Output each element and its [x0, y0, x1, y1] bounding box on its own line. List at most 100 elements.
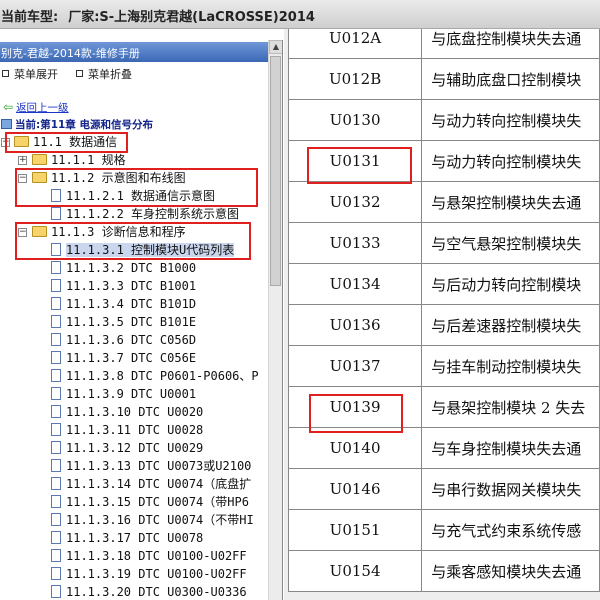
navigation-tree-pane: 别克-君越-2014款-维修手册 菜单展开 菜单折叠 ⇦ 返回上一级 当前:第11… — [0, 40, 283, 600]
document-icon — [51, 279, 61, 292]
u-code-table: U012A 与底盘控制模块失去通 U012B 与辅助底盘口控制模块 U0130 与动力转向… — [287, 29, 600, 592]
document-icon — [51, 459, 61, 472]
table-row: U012B 与辅助底盘口控制模块 — [287, 58, 600, 100]
table-row: U0140 与车身控制模块失去通 — [287, 427, 600, 469]
document-icon — [51, 333, 61, 346]
manual-header: 别克-君越-2014款-维修手册 — [0, 42, 268, 62]
document-icon — [51, 585, 61, 598]
document-icon — [51, 369, 61, 382]
document-icon — [51, 549, 61, 562]
vehicle-label: 当前车型: — [1, 10, 59, 25]
tree-leaf-11-1-2-2[interactable]: 11.1.2.2 车身控制系统示意图 — [51, 205, 239, 223]
highlight-box — [5, 132, 128, 153]
dtc-description-cell: 与空气悬架控制模块失 — [421, 222, 600, 264]
tree-leaf[interactable]: 11.1.3.14 DTC U0074（底盘扩 — [51, 475, 251, 493]
table-row: U012A 与底盘控制模块失去通 — [287, 29, 600, 59]
document-icon — [51, 513, 61, 526]
computer-icon — [1, 119, 12, 129]
table-row: U0134 与后动力转向控制模块 — [287, 263, 600, 305]
dtc-code-cell: U0154 — [287, 550, 423, 592]
highlight-box — [15, 222, 251, 260]
content-pane: U012A 与底盘控制模块失去通 U012B 与辅助底盘口控制模块 U0130 与动力转向… — [284, 29, 600, 600]
document-icon — [51, 207, 61, 220]
dtc-code-cell: U0133 — [287, 222, 423, 264]
scroll-up-icon[interactable]: ▲ — [269, 40, 282, 54]
tree-leaf[interactable]: 11.1.3.17 DTC U0078 — [51, 529, 203, 547]
tree-leaf[interactable]: 11.1.3.8 DTC P0601-P0606、P — [51, 367, 259, 385]
scrollbar-thumb[interactable] — [270, 56, 281, 286]
back-link[interactable]: ⇦ 返回上一级 — [3, 100, 69, 115]
tree-leaf[interactable]: 11.1.3.5 DTC B101E — [51, 313, 196, 331]
dtc-description-cell: 与挂车制动控制模块失 — [421, 345, 600, 387]
tree-scrollbar[interactable]: ▲ — [268, 40, 282, 600]
vehicle-factory: 厂家:S-上海别克君越(LaCROSSE)2014 — [68, 10, 315, 25]
dtc-description-cell: 与车身控制模块失去通 — [421, 427, 600, 469]
tree-node-11-1-1[interactable]: +11.1.1 规格 — [18, 151, 126, 169]
tree-leaf[interactable]: 11.1.3.19 DTC U0100-U02FF — [51, 565, 247, 583]
dtc-description-cell: 与悬架控制模块 2 失去 — [421, 386, 600, 428]
dtc-code-cell: U0134 — [287, 263, 423, 305]
document-icon — [51, 423, 61, 436]
document-icon — [51, 477, 61, 490]
table-row: U0133 与空气悬架控制模块失 — [287, 222, 600, 264]
dtc-description-cell: 与底盘控制模块失去通 — [421, 29, 600, 59]
document-icon — [51, 405, 61, 418]
dtc-code-cell: U0136 — [287, 304, 423, 346]
dtc-description-cell: 与乘客感知模块失去通 — [421, 550, 600, 592]
expand-icon — [2, 70, 9, 77]
tree-leaf[interactable]: 11.1.3.11 DTC U0028 — [51, 421, 203, 439]
expand-menu-button[interactable]: 菜单展开 — [2, 66, 58, 82]
highlight-box — [309, 394, 403, 433]
dtc-code-cell: U012B — [287, 58, 423, 100]
tree-leaf[interactable]: 11.1.3.13 DTC U0073或U2100 — [51, 457, 251, 475]
document-icon — [51, 315, 61, 328]
dtc-description-cell: 与悬架控制模块失去通 — [421, 181, 600, 223]
tree-leaf[interactable]: 11.1.3.18 DTC U0100-U02FF — [51, 547, 247, 565]
document-icon — [51, 387, 61, 400]
table-row: U0132 与悬架控制模块失去通 — [287, 181, 600, 223]
dtc-code-cell: U012A — [287, 29, 423, 59]
dtc-code-cell: U0140 — [287, 427, 423, 469]
dtc-description-cell: 与辅助底盘口控制模块 — [421, 58, 600, 100]
folder-icon — [32, 154, 47, 165]
dtc-code-cell: U0137 — [287, 345, 423, 387]
tree-leaf[interactable]: 11.1.3.12 DTC U0029 — [51, 439, 203, 457]
document-icon — [51, 531, 61, 544]
dtc-description-cell: 与充气式约束系统传感 — [421, 509, 600, 551]
tree-leaf[interactable]: 11.1.3.4 DTC B101D — [51, 295, 196, 313]
collapse-menu-button[interactable]: 菜单折叠 — [76, 66, 132, 82]
document-icon — [51, 567, 61, 580]
tree-leaf[interactable]: 11.1.3.10 DTC U0020 — [51, 403, 203, 421]
back-arrow-icon: ⇦ — [3, 100, 14, 114]
expand-toggle-icon[interactable]: + — [18, 156, 27, 165]
tree-leaf[interactable]: 11.1.3.3 DTC B1001 — [51, 277, 196, 295]
tree-leaf[interactable]: 11.1.3.7 DTC C056E — [51, 349, 196, 367]
current-location: 当前:第11章 电源和信号分布 — [1, 117, 153, 132]
table-row: U0151 与充气式约束系统传感 — [287, 509, 600, 551]
dtc-description-cell: 与后差速器控制模块失 — [421, 304, 600, 346]
dtc-code-cell: U0132 — [287, 181, 423, 223]
dtc-description-cell: 与后动力转向控制模块 — [421, 263, 600, 305]
table-row: U0146 与串行数据网关模块失 — [287, 468, 600, 510]
document-icon — [51, 351, 61, 364]
table-row: U0136 与后差速器控制模块失 — [287, 304, 600, 346]
document-icon — [51, 297, 61, 310]
document-icon — [51, 495, 61, 508]
highlight-box — [15, 168, 258, 207]
tree-leaf[interactable]: 11.1.3.9 DTC U0001 — [51, 385, 196, 403]
tree-leaf[interactable]: 11.1.3.20 DTC U0300-U0336 — [51, 583, 247, 600]
dtc-description-cell: 与动力转向控制模块失 — [421, 140, 600, 182]
document-icon — [51, 441, 61, 454]
window-title-bar: 当前车型: 厂家:S-上海别克君越(LaCROSSE)2014 — [0, 0, 600, 29]
tree-leaf[interactable]: 11.1.3.2 DTC B1000 — [51, 259, 196, 277]
table-row: U0154 与乘客感知模块失去通 — [287, 550, 600, 592]
tree-leaf[interactable]: 11.1.3.15 DTC U0074（带HP6 — [51, 493, 249, 511]
dtc-description-cell: 与动力转向控制模块失 — [421, 99, 600, 141]
dtc-code-cell: U0151 — [287, 509, 423, 551]
dtc-code-cell: U0130 — [287, 99, 423, 141]
tree-leaf[interactable]: 11.1.3.6 DTC C056D — [51, 331, 196, 349]
table-row: U0137 与挂车制动控制模块失 — [287, 345, 600, 387]
tree-leaf[interactable]: 11.1.3.16 DTC U0074（不带HI — [51, 511, 254, 529]
table-row: U0130 与动力转向控制模块失 — [287, 99, 600, 141]
document-icon — [51, 261, 61, 274]
